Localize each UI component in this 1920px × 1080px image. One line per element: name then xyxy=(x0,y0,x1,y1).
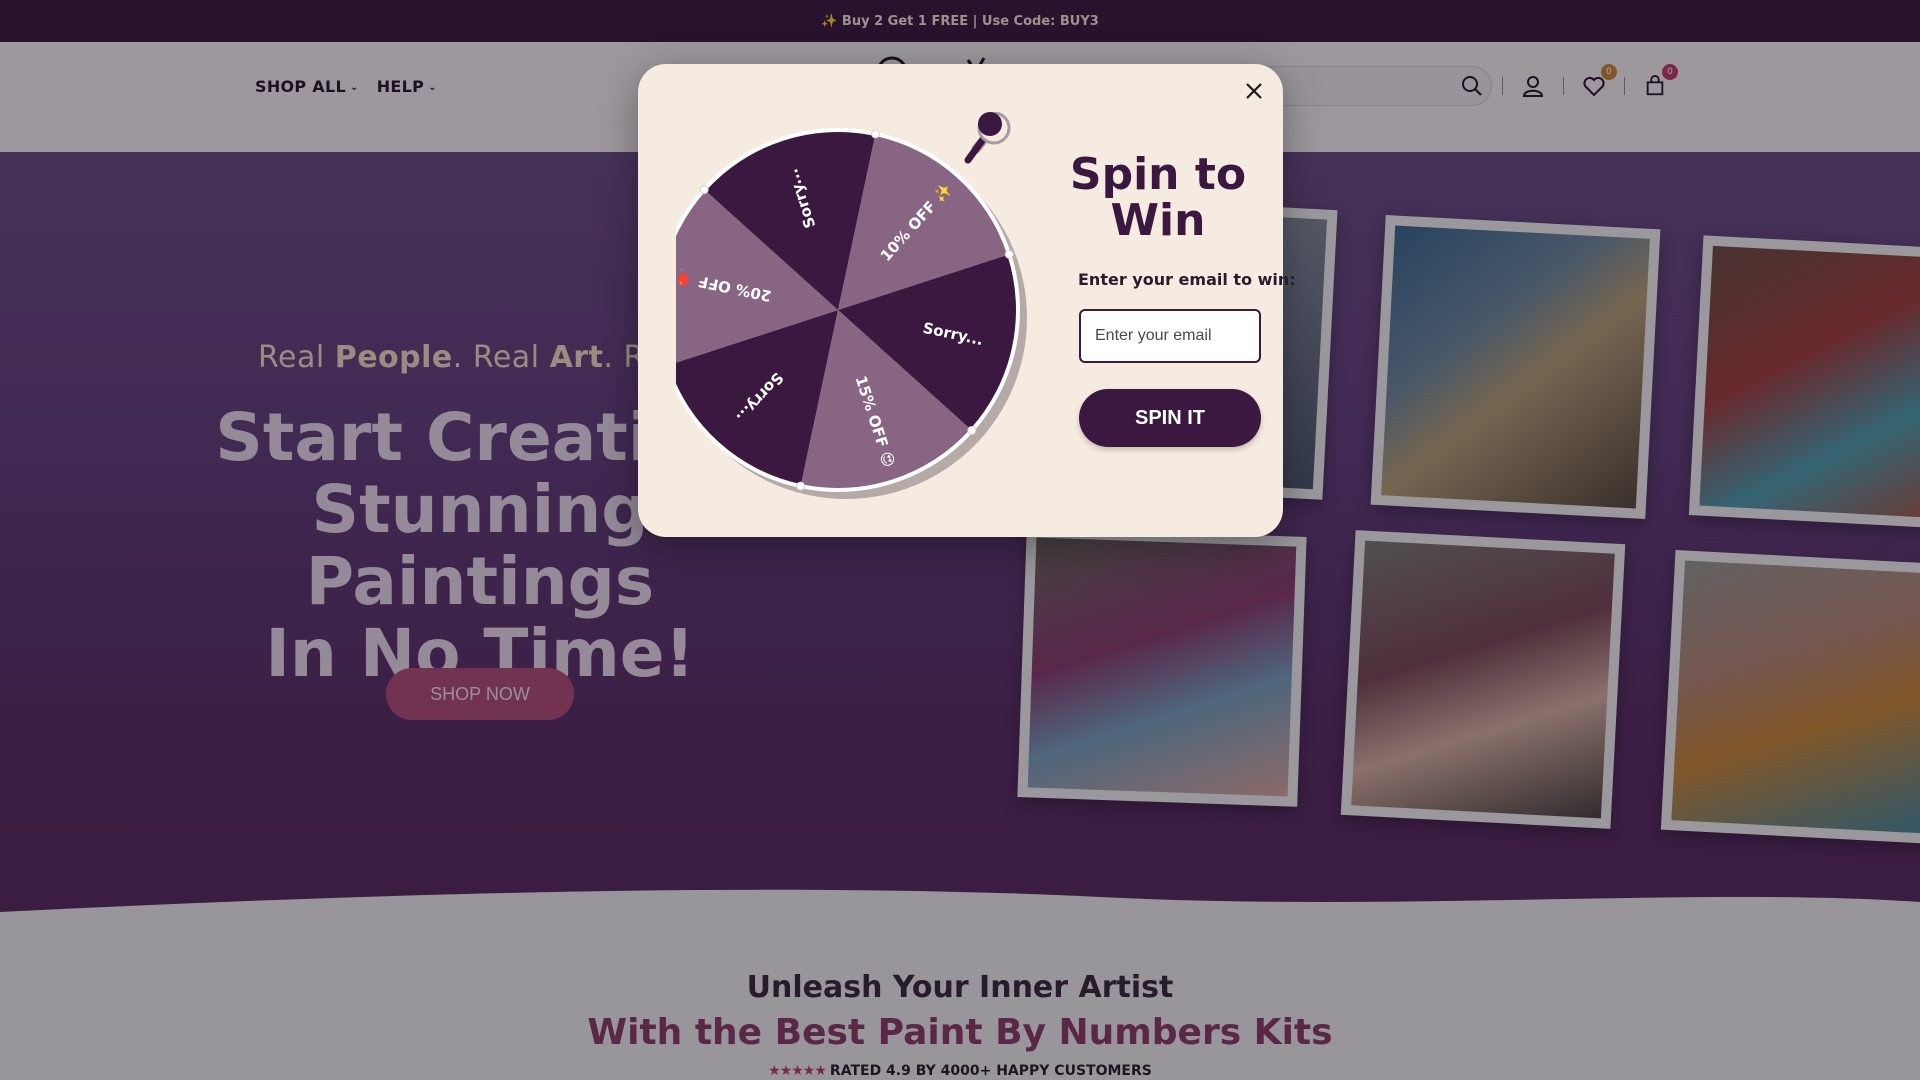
spin-to-win-modal: 10% OFF ✨ Sorry... 15% OFF 😍 Sorry... 20% OF… xyxy=(638,64,1296,537)
popup-title: Spin to Win xyxy=(1068,152,1248,244)
prize-wheel[interactable]: 10% OFF ✨Sorry...15% OFF 😍Sorry...20% OF… xyxy=(676,112,1076,512)
wheel-peg xyxy=(796,481,806,491)
email-input[interactable] xyxy=(1079,309,1261,363)
wheel-peg xyxy=(699,185,709,195)
wheel-peg xyxy=(1004,249,1014,259)
title-line: Win xyxy=(1110,195,1206,246)
wheel-peg xyxy=(870,129,880,139)
title-line: Spin to xyxy=(1069,149,1247,200)
wheel-pointer-icon xyxy=(964,112,1011,164)
wheel-peg xyxy=(967,425,977,435)
email-label: Enter your email to win: xyxy=(1078,270,1296,289)
close-icon[interactable] xyxy=(1239,76,1269,106)
spin-it-button[interactable]: SPIN IT xyxy=(1079,389,1261,447)
